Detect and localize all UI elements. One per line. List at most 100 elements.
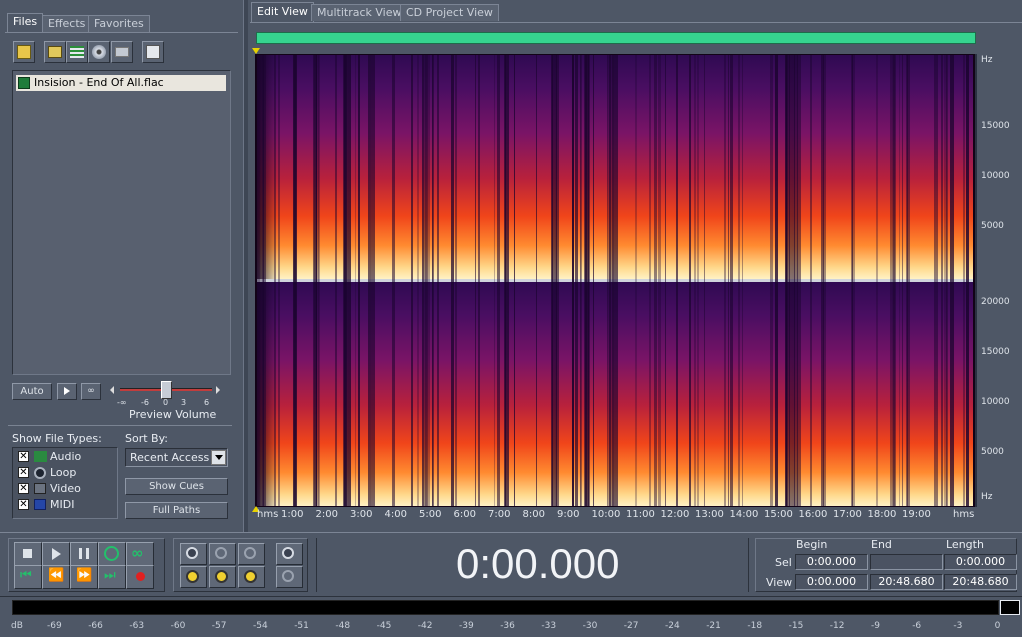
video-type-checkbox[interactable]: ✕: [18, 483, 29, 494]
spectral-gap: [392, 55, 395, 506]
spectral-gap: [664, 55, 667, 506]
spectral-gap: [263, 55, 267, 506]
level-meter-unit: dB: [11, 621, 23, 631]
panel-splitter[interactable]: [243, 0, 248, 532]
zoom-to-left-button[interactable]: [180, 566, 207, 588]
overview-bar[interactable]: [256, 32, 976, 44]
sel-end-field[interactable]: [870, 554, 943, 570]
file-item[interactable]: Insision - End Of All.flac: [16, 75, 226, 91]
tab-favorites[interactable]: Favorites: [88, 15, 150, 32]
volume-slider-thumb[interactable]: [161, 381, 172, 399]
loop-type-checkbox[interactable]: ✕: [18, 467, 29, 478]
rewind-button[interactable]: ⏪: [42, 565, 70, 589]
spectral-gap: [555, 55, 560, 506]
audio-type-checkbox[interactable]: ✕: [18, 451, 29, 462]
play-icon: [52, 548, 61, 560]
spectral-gap: [789, 55, 792, 506]
zoom-to-selection-button[interactable]: [238, 566, 265, 588]
zoom-out-vertical-button[interactable]: [276, 566, 303, 588]
rewind-icon: ⏪: [48, 568, 65, 583]
sel-length-field[interactable]: 0:00.000: [944, 554, 1017, 570]
meter-tick-8: -45: [376, 621, 392, 631]
spectral-gap: [371, 55, 375, 506]
volume-right-arrow-icon[interactable]: [216, 386, 220, 394]
go-to-beginning-button[interactable]: ⏮: [14, 565, 42, 589]
view-end-field[interactable]: 20:48.680: [870, 574, 943, 590]
file-list[interactable]: [12, 70, 231, 375]
zoom-out-horizontal-button[interactable]: [209, 543, 236, 565]
tab-cd-project-view[interactable]: CD Project View: [400, 4, 499, 21]
tab-multitrack-view[interactable]: Multitrack View: [311, 4, 408, 21]
freq-tick-bottom-15000: 15000: [981, 347, 1010, 357]
spectral-gap: [796, 55, 801, 506]
zoom-to-left-icon: [186, 570, 199, 583]
insert-multitrack-button[interactable]: [66, 41, 88, 63]
import-cd-button[interactable]: [88, 41, 110, 63]
vertical-scrollbar[interactable]: [975, 54, 977, 507]
sort-by-select[interactable]: Recent Access: [125, 448, 228, 467]
time-tick-10: 10:00: [591, 509, 621, 520]
loop-button[interactable]: ∞: [126, 542, 154, 566]
tab-effects[interactable]: Effects: [42, 15, 92, 32]
zoom-in-horizontal-icon: [186, 547, 198, 559]
auto-button[interactable]: Auto: [12, 383, 52, 400]
spectral-gap: [423, 55, 427, 506]
meter-tick-7: -48: [335, 621, 351, 631]
spectral-gap: [693, 55, 697, 506]
full-paths-button[interactable]: Full Paths: [125, 502, 228, 519]
preview-play-button[interactable]: [57, 383, 77, 400]
fast-forward-button[interactable]: ⏩: [70, 565, 98, 589]
spectral-gap: [335, 55, 338, 506]
spectral-gap: [493, 55, 495, 506]
sel-begin-field[interactable]: 0:00.000: [795, 554, 868, 570]
meter-tick-13: -30: [582, 621, 598, 631]
view-begin-field[interactable]: 0:00.000: [795, 574, 868, 590]
freq-tick-bottom-20000: 20000: [981, 297, 1010, 307]
level-meter-peak-box: [1000, 600, 1020, 615]
midi-type-checkbox[interactable]: ✕: [18, 499, 29, 510]
spectral-gap: [810, 55, 813, 506]
zoom-to-right-button[interactable]: [209, 566, 236, 588]
go-to-end-button[interactable]: ⏭: [98, 565, 126, 589]
time-tick-13: 13:00: [695, 509, 724, 520]
zoom-in-vertical-button[interactable]: [276, 543, 303, 565]
meter-tick-20: -9: [871, 621, 880, 631]
meter-tick-4: -57: [211, 621, 227, 631]
play-icon: [64, 387, 70, 395]
play-to-end-button[interactable]: [98, 542, 126, 566]
record-button[interactable]: [126, 565, 154, 589]
time-tick-8: 8:00: [522, 509, 545, 520]
time-ruler[interactable]: hms hms 1:00 2:00 3:00 4:00 5:00 6:00 7:00 8:00…: [255, 507, 975, 523]
open-file-button[interactable]: [13, 41, 35, 63]
spectral-gap: [822, 55, 826, 506]
spectral-gap: [893, 55, 895, 506]
zoom-in-horizontal-button[interactable]: [180, 543, 207, 565]
tab-files[interactable]: Files: [7, 13, 44, 33]
zoom-in-vertical-icon: [282, 547, 294, 559]
stop-button[interactable]: [14, 542, 42, 566]
spectral-gap: [934, 55, 938, 506]
preview-loop-button[interactable]: ∞: [81, 383, 101, 400]
zoom-to-selection-icon: [244, 570, 257, 583]
play-button[interactable]: [42, 542, 70, 566]
zoom-to-right-icon: [215, 570, 228, 583]
tab-edit-view[interactable]: Edit View: [251, 2, 314, 23]
spectral-gap: [574, 55, 579, 506]
fast-forward-icon: ⏩: [76, 568, 93, 583]
auto-play-icon: [146, 45, 160, 59]
show-cues-button[interactable]: Show Cues: [125, 478, 228, 495]
view-length-field[interactable]: 20:48.680: [944, 574, 1017, 590]
tab-divider: [5, 32, 238, 33]
dropdown-arrow-button[interactable]: [211, 450, 226, 465]
midi-type-icon: [34, 499, 46, 510]
close-file-button[interactable]: [44, 41, 66, 63]
meter-tick-21: -6: [912, 621, 922, 631]
spectral-gap: [572, 55, 574, 506]
meter-tick-18: -15: [788, 621, 804, 631]
pause-button[interactable]: [70, 542, 98, 566]
zoom-out-full-button[interactable]: [238, 543, 265, 565]
volume-left-arrow-icon[interactable]: [110, 386, 114, 394]
edit-file-button[interactable]: [111, 41, 133, 63]
time-tick-2: 2:00: [315, 509, 338, 520]
auto-play-button[interactable]: [142, 41, 164, 63]
